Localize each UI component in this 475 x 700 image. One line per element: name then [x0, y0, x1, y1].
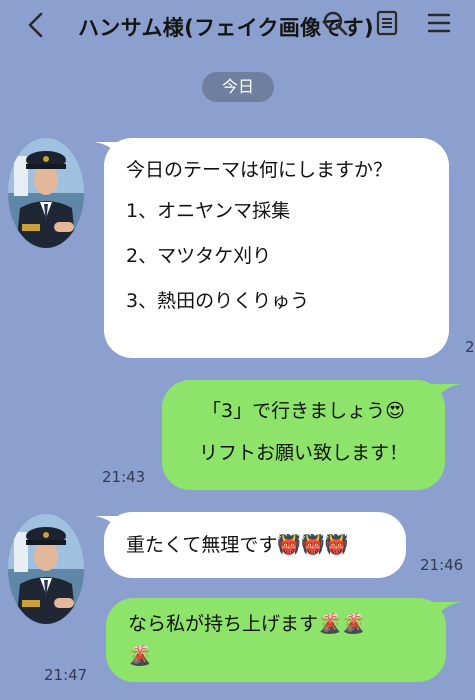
message-text: 3、熱田のりくりゅう: [126, 290, 310, 312]
message-text: 今日のテーマは何にしますか？: [126, 159, 393, 181]
avatar[interactable]: [8, 138, 84, 248]
chat-header: ハンサム様(フェイク画像です): [0, 0, 475, 56]
message-text: リフトお願い致します！: [198, 442, 408, 464]
message-time: 21:47: [44, 666, 88, 684]
bubble-tail: [432, 602, 462, 622]
search-icon[interactable]: [322, 10, 348, 36]
message-time: 21:43: [102, 468, 146, 486]
bubble-tail: [432, 384, 462, 404]
message-bubble[interactable]: 重たくて無理です👹👹👹: [104, 512, 406, 578]
message-bubble[interactable]: 「3」で行きましょう😍 リフトお願い致します！: [162, 380, 445, 490]
message-text: 🌋: [128, 645, 152, 667]
message-text: 重たくて無理です👹👹👹: [126, 534, 349, 556]
message-time: 2: [465, 338, 475, 356]
message-text: 2、マツタケ刈り: [126, 245, 272, 267]
message-text: 1、オニヤンマ採集: [126, 200, 291, 222]
message-bubble[interactable]: 今日のテーマは何にしますか？ 1、オニヤンマ採集 2、マツタケ刈り 3、熱田のり…: [104, 138, 449, 358]
message-text: 「3」で行きましょう😍: [162, 390, 445, 432]
message-bubble[interactable]: なら私が持ち上げます🌋🌋 🌋: [106, 598, 446, 682]
message-time: 21:46: [420, 556, 464, 574]
notes-icon[interactable]: [374, 10, 400, 36]
message-text-part: 「3」で行きましょう😍: [202, 400, 405, 422]
avatar[interactable]: [8, 514, 84, 624]
message-text: なら私が持ち上げます🌋🌋: [128, 613, 366, 635]
date-separator: 今日: [202, 72, 274, 102]
menu-icon[interactable]: [426, 10, 452, 36]
back-icon[interactable]: [24, 10, 48, 40]
